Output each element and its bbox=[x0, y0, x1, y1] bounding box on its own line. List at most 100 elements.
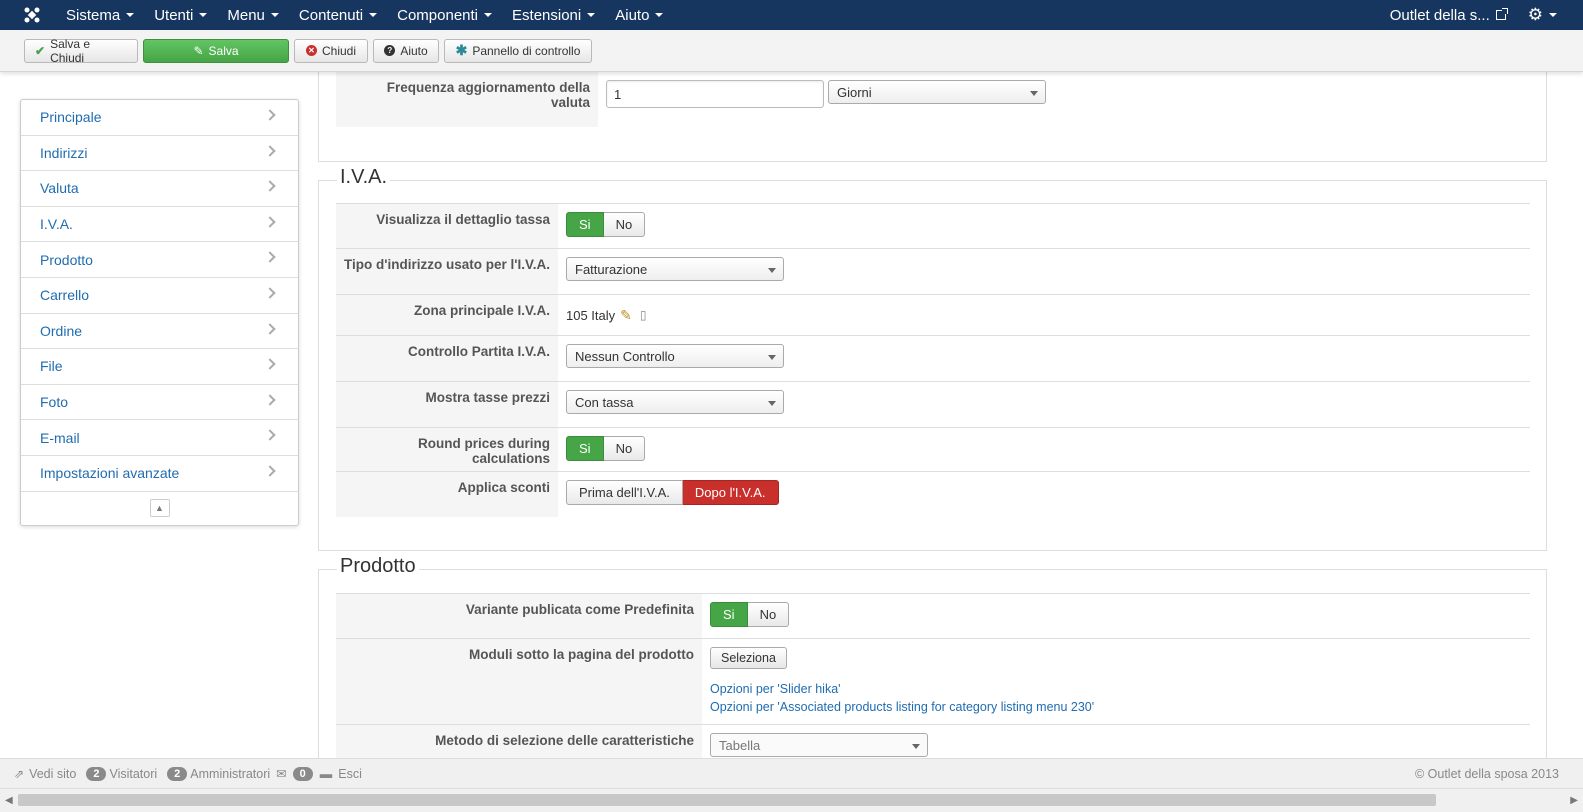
module-options-link[interactable]: Opzioni per 'Associated products listing… bbox=[710, 698, 1094, 716]
address-type-row: Tipo d'indirizzo usato per l'I.V.A. Fatt… bbox=[336, 248, 1530, 294]
view-site-link[interactable]: Vedi sito bbox=[29, 767, 76, 781]
toolbar: ✔ Salva e Chiudi ✎ Salva ✕ Chiudi ? Aiuto ✱ P… bbox=[0, 30, 1583, 72]
top-navbar: Sistema Utenti Menu Contenuti Componenti… bbox=[0, 0, 1583, 30]
nav-right: Outlet della s... ⚙ bbox=[1390, 0, 1583, 30]
chevron-right-icon bbox=[264, 144, 276, 157]
caret-down-icon bbox=[587, 13, 596, 17]
address-type-select[interactable]: Fatturazione bbox=[566, 257, 784, 281]
price-tax-select[interactable]: Con tassa bbox=[566, 390, 784, 414]
sidebar-item-valuta[interactable]: Valuta bbox=[21, 171, 298, 207]
field-value: Si No bbox=[702, 594, 797, 638]
field-value: Prima dell'I.V.A. Dopo l'I.V.A. bbox=[558, 472, 787, 517]
product-legend: Prodotto bbox=[337, 555, 419, 578]
field-label: Applica sconti bbox=[336, 472, 558, 517]
sidebar-item-prodotto[interactable]: Prodotto bbox=[21, 242, 298, 278]
frequency-unit-select[interactable]: Giorni bbox=[828, 80, 1046, 104]
menu-estensioni[interactable]: Estensioni bbox=[502, 0, 605, 30]
show-tax-row: Visualizza il dettaglio tassa Si No bbox=[336, 203, 1530, 248]
no-button[interactable]: No bbox=[747, 602, 790, 627]
field-value: Si No bbox=[558, 428, 653, 471]
control-panel-button[interactable]: ✱ Pannello di controllo bbox=[444, 38, 592, 63]
default-variant-toggle: Si No bbox=[710, 602, 790, 627]
product-fieldset: Prodotto Variante publicata come Predefi… bbox=[318, 555, 1547, 770]
logout-link[interactable]: Esci bbox=[338, 767, 362, 781]
before-vat-button[interactable]: Prima dell'I.V.A. bbox=[566, 480, 683, 505]
chevron-right-icon bbox=[264, 109, 276, 121]
sidebar-item-iva[interactable]: I.V.A. bbox=[21, 207, 298, 243]
admins-label: Amministratori bbox=[190, 766, 271, 781]
field-label: Frequenza aggiornamento della valuta bbox=[336, 72, 598, 127]
yes-button[interactable]: Si bbox=[710, 602, 748, 627]
site-link[interactable]: Outlet della s... bbox=[1390, 7, 1508, 24]
no-button[interactable]: No bbox=[603, 212, 646, 237]
vat-check-select[interactable]: Nessun Controllo bbox=[566, 344, 784, 368]
main-menu: Sistema Utenti Menu Contenuti Componenti… bbox=[56, 0, 673, 30]
sidebar-item-email[interactable]: E-mail bbox=[21, 420, 298, 456]
frequency-input[interactable]: 1 bbox=[606, 80, 824, 108]
feature-method-select[interactable]: Tabella bbox=[710, 733, 928, 757]
no-button[interactable]: No bbox=[603, 436, 646, 461]
menu-contenuti[interactable]: Contenuti bbox=[289, 0, 387, 30]
price-tax-row: Mostra tasse prezzi Con tassa bbox=[336, 381, 1530, 427]
mail-icon: ✉ bbox=[276, 767, 287, 781]
gear-icon[interactable]: ⚙ bbox=[1528, 5, 1557, 25]
field-value: Nessun Controllo bbox=[558, 336, 792, 381]
visitors-badge: 2 bbox=[86, 766, 107, 781]
scroll-right-icon[interactable]: ▶ bbox=[1570, 795, 1578, 806]
caret-down-icon bbox=[484, 13, 493, 17]
field-label: Variante publicata come Predefinita bbox=[336, 594, 702, 638]
main-zone-value: 105 Italy bbox=[566, 307, 616, 323]
discount-toggle: Prima dell'I.V.A. Dopo l'I.V.A. bbox=[566, 480, 779, 505]
sidebar-item-ordine[interactable]: Ordine bbox=[21, 314, 298, 350]
delete-icon[interactable]: ▯ bbox=[640, 308, 647, 322]
field-label: Round prices during calculations bbox=[336, 428, 558, 471]
currency-fieldset: Frequenza aggiornamento della valuta 1 G… bbox=[318, 72, 1547, 162]
menu-menu[interactable]: Menu bbox=[217, 0, 289, 30]
help-button[interactable]: ? Aiuto bbox=[373, 38, 439, 63]
product-modules-row: Moduli sotto la pagina del prodotto Sele… bbox=[336, 638, 1530, 724]
chevron-right-icon bbox=[264, 429, 276, 442]
close-icon: ✕ bbox=[305, 45, 317, 56]
iva-fieldset: I.V.A. Visualizza il dettaglio tassa Si … bbox=[318, 166, 1547, 551]
admins-badge: 2 bbox=[167, 766, 188, 781]
asterisk-icon: ✱ bbox=[455, 42, 468, 58]
round-prices-toggle: Si No bbox=[566, 436, 646, 461]
horizontal-scrollbar[interactable]: ◀ ▶ bbox=[0, 788, 1583, 812]
save-close-button[interactable]: ✔ Salva e Chiudi bbox=[24, 37, 138, 65]
apply-discount-row: Applica sconti Prima dell'I.V.A. Dopo l'… bbox=[336, 471, 1530, 517]
module-options-link[interactable]: Opzioni per 'Slider hika' bbox=[710, 680, 841, 698]
yes-button[interactable]: Si bbox=[566, 212, 604, 237]
chevron-right-icon bbox=[264, 216, 276, 228]
close-button[interactable]: ✕ Chiudi bbox=[294, 38, 368, 63]
field-value: Fatturazione bbox=[558, 249, 792, 294]
collapse-icon[interactable]: ▲ bbox=[149, 499, 170, 518]
chevron-right-icon bbox=[264, 322, 276, 335]
sidebar-item-principale[interactable]: Principale bbox=[21, 100, 298, 136]
sidebar-item-indirizzi[interactable]: Indirizzi bbox=[21, 136, 298, 172]
menu-sistema[interactable]: Sistema bbox=[56, 0, 144, 30]
sidebar-item-file[interactable]: File bbox=[21, 349, 298, 385]
menu-componenti[interactable]: Componenti bbox=[387, 0, 502, 30]
field-value: Con tassa bbox=[558, 382, 792, 427]
chevron-right-icon bbox=[264, 465, 276, 477]
sidebar-item-carrello[interactable]: Carrello bbox=[21, 278, 298, 314]
scroll-left-icon[interactable]: ◀ bbox=[5, 795, 13, 806]
field-value: Seleziona Opzioni per 'Slider hika' Opzi… bbox=[702, 639, 1102, 724]
joomla-logo-icon[interactable] bbox=[14, 0, 50, 30]
yes-button[interactable]: Si bbox=[566, 436, 604, 461]
edit-icon: ✎ bbox=[193, 43, 204, 58]
select-modules-button[interactable]: Seleziona bbox=[710, 647, 787, 669]
after-vat-button[interactable]: Dopo l'I.V.A. bbox=[682, 480, 779, 505]
chevron-right-icon bbox=[264, 287, 276, 299]
currency-frequency-row: Frequenza aggiornamento della valuta 1 G… bbox=[336, 72, 1530, 127]
edit-icon[interactable]: ✎ bbox=[620, 307, 632, 324]
caret-down-icon bbox=[270, 13, 279, 17]
menu-aiuto[interactable]: Aiuto bbox=[605, 0, 673, 30]
menu-utenti[interactable]: Utenti bbox=[144, 0, 217, 30]
sidebar-item-advanced[interactable]: Impostazioni avanzate bbox=[21, 456, 298, 492]
field-label: Zona principale I.V.A. bbox=[336, 295, 558, 335]
scrollbar-thumb[interactable] bbox=[18, 794, 1436, 806]
vat-check-row: Controllo Partita I.V.A. Nessun Controll… bbox=[336, 335, 1530, 381]
sidebar-item-foto[interactable]: Foto bbox=[21, 385, 298, 421]
save-button[interactable]: ✎ Salva bbox=[143, 38, 289, 63]
